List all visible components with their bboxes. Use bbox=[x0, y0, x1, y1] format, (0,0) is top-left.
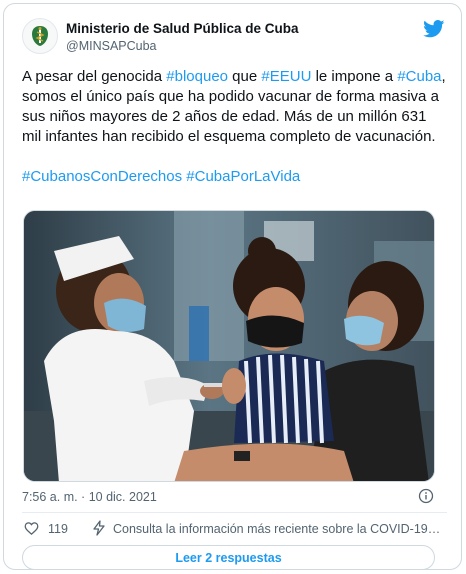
info-icon[interactable] bbox=[418, 488, 434, 504]
tweet-timestamp[interactable]: 7:56 a. m. · 10 dic. 2021 bbox=[22, 490, 157, 504]
tweet-actions: 119 Consulta la información más reciente… bbox=[22, 520, 443, 538]
twitter-bird-icon[interactable] bbox=[423, 20, 445, 38]
hashtag-link[interactable]: #CubaPorLaVida bbox=[186, 168, 300, 185]
covid-info-link[interactable]: Consulta la información más reciente sob… bbox=[113, 522, 443, 536]
heart-icon[interactable] bbox=[24, 521, 39, 536]
avatar[interactable] bbox=[22, 18, 58, 54]
tweet-photo[interactable] bbox=[23, 210, 435, 482]
tweet-text: A pesar del genocida #bloqueo que #EEUU … bbox=[22, 67, 447, 187]
read-replies-button[interactable]: Leer 2 respuestas bbox=[22, 545, 435, 570]
tweet-hashtags: #CubanosConDerechos #CubaPorLaVida bbox=[22, 167, 447, 187]
hashtag-link[interactable]: #Cuba bbox=[397, 68, 441, 85]
hashtag-link[interactable]: #bloqueo bbox=[166, 68, 228, 85]
hashtag-link[interactable]: #EEUU bbox=[261, 68, 311, 85]
divider bbox=[22, 512, 447, 513]
author-name[interactable]: Ministerio de Salud Pública de Cuba bbox=[66, 21, 299, 36]
tweet-header: Ministerio de Salud Pública de Cuba @MIN… bbox=[22, 18, 447, 58]
minsap-logo-icon bbox=[32, 26, 48, 46]
lightning-icon bbox=[93, 520, 105, 536]
like-count: 119 bbox=[48, 522, 68, 536]
tweet-card[interactable]: Ministerio de Salud Pública de Cuba @MIN… bbox=[3, 3, 462, 570]
text-segment: que bbox=[228, 68, 262, 85]
author-handle[interactable]: @MINSAPCuba bbox=[66, 39, 157, 53]
text-segment: A pesar del genocida bbox=[22, 68, 167, 85]
vaccination-photo bbox=[24, 211, 434, 481]
hashtag-link[interactable]: #CubanosConDerechos bbox=[22, 168, 182, 185]
text-segment: le impone a bbox=[311, 68, 398, 85]
tweet-body: A pesar del genocida #bloqueo que #EEUU … bbox=[22, 67, 447, 147]
